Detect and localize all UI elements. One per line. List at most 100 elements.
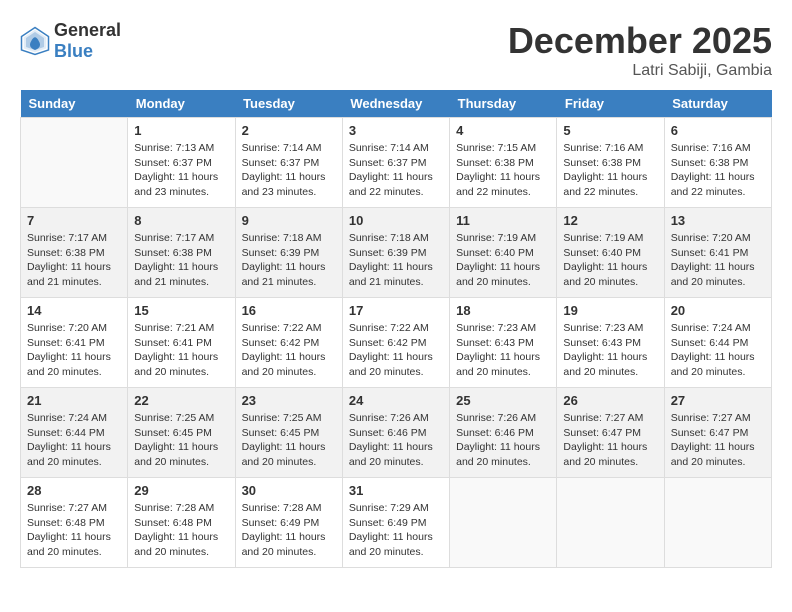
day-number: 25 bbox=[456, 393, 550, 408]
logo-icon bbox=[20, 26, 50, 56]
calendar-table: SundayMondayTuesdayWednesdayThursdayFrid… bbox=[20, 90, 772, 568]
day-info: Sunrise: 7:17 AMSunset: 6:38 PMDaylight:… bbox=[134, 231, 228, 290]
day-info: Sunrise: 7:27 AMSunset: 6:47 PMDaylight:… bbox=[563, 411, 657, 470]
calendar-day-cell: 14Sunrise: 7:20 AMSunset: 6:41 PMDayligh… bbox=[21, 298, 128, 388]
calendar-day-cell: 27Sunrise: 7:27 AMSunset: 6:47 PMDayligh… bbox=[664, 388, 771, 478]
day-number: 18 bbox=[456, 303, 550, 318]
day-number: 15 bbox=[134, 303, 228, 318]
day-info: Sunrise: 7:29 AMSunset: 6:49 PMDaylight:… bbox=[349, 501, 443, 560]
day-info: Sunrise: 7:20 AMSunset: 6:41 PMDaylight:… bbox=[27, 321, 121, 380]
calendar-day-cell: 20Sunrise: 7:24 AMSunset: 6:44 PMDayligh… bbox=[664, 298, 771, 388]
weekday-header-cell: Monday bbox=[128, 90, 235, 118]
day-info: Sunrise: 7:27 AMSunset: 6:48 PMDaylight:… bbox=[27, 501, 121, 560]
calendar-day-cell: 24 Sunrise: 7:26 AMSunset: 6:46 PMDayligh… bbox=[342, 388, 449, 478]
calendar-day-cell: 22Sunrise: 7:25 AMSunset: 6:45 PMDayligh… bbox=[128, 388, 235, 478]
day-info: Sunrise: 7:22 AMSunset: 6:42 PMDaylight:… bbox=[349, 321, 443, 380]
weekday-header-cell: Wednesday bbox=[342, 90, 449, 118]
calendar-day-cell: 12 Sunrise: 7:19 AMSunset: 6:40 PMDayligh… bbox=[557, 208, 664, 298]
day-number: 4 bbox=[456, 123, 550, 138]
day-number: 19 bbox=[563, 303, 657, 318]
calendar-day-cell: 28Sunrise: 7:27 AMSunset: 6:48 PMDayligh… bbox=[21, 478, 128, 568]
calendar-week-row: 7 Sunrise: 7:17 AMSunset: 6:38 PMDaylight… bbox=[21, 208, 772, 298]
calendar-day-cell: 19 Sunrise: 7:23 AMSunset: 6:43 PMDayligh… bbox=[557, 298, 664, 388]
calendar-day-cell bbox=[21, 118, 128, 208]
day-number: 7 bbox=[27, 213, 121, 228]
day-info: Sunrise: 7:20 AMSunset: 6:41 PMDaylight:… bbox=[671, 231, 765, 290]
day-info: Sunrise: 7:26 AMSunset: 6:46 PMDaylight:… bbox=[349, 411, 443, 470]
title-section: December 2025 Latri Sabiji, Gambia bbox=[508, 20, 772, 80]
page-header: General Blue December 2025 Latri Sabiji,… bbox=[20, 20, 772, 80]
calendar-day-cell: 1 Sunrise: 7:13 AMSunset: 6:37 PMDaylight… bbox=[128, 118, 235, 208]
calendar-day-cell: 11 Sunrise: 7:19 AMSunset: 6:40 PMDayligh… bbox=[450, 208, 557, 298]
calendar-day-cell: 26 Sunrise: 7:27 AMSunset: 6:47 PMDayligh… bbox=[557, 388, 664, 478]
day-number: 24 bbox=[349, 393, 443, 408]
calendar-day-cell: 15 Sunrise: 7:21 AMSunset: 6:41 PMDayligh… bbox=[128, 298, 235, 388]
logo-text-blue: Blue bbox=[54, 41, 93, 61]
calendar-day-cell: 21 Sunrise: 7:24 AMSunset: 6:44 PMDayligh… bbox=[21, 388, 128, 478]
day-number: 23 bbox=[242, 393, 336, 408]
day-info: Sunrise: 7:16 AMSunset: 6:38 PMDaylight:… bbox=[671, 141, 765, 200]
weekday-header-cell: Thursday bbox=[450, 90, 557, 118]
calendar-day-cell: 25 Sunrise: 7:26 AMSunset: 6:46 PMDayligh… bbox=[450, 388, 557, 478]
calendar-day-cell: 17 Sunrise: 7:22 AMSunset: 6:42 PMDayligh… bbox=[342, 298, 449, 388]
day-number: 8 bbox=[134, 213, 228, 228]
logo-text-general: General bbox=[54, 20, 121, 40]
day-info: Sunrise: 7:26 AMSunset: 6:46 PMDaylight:… bbox=[456, 411, 550, 470]
day-number: 22 bbox=[134, 393, 228, 408]
calendar-day-cell: 3Sunrise: 7:14 AMSunset: 6:37 PMDaylight… bbox=[342, 118, 449, 208]
calendar-day-cell: 6Sunrise: 7:16 AMSunset: 6:38 PMDaylight… bbox=[664, 118, 771, 208]
day-number: 2 bbox=[242, 123, 336, 138]
calendar-day-cell: 10Sunrise: 7:18 AMSunset: 6:39 PMDayligh… bbox=[342, 208, 449, 298]
weekday-header-cell: Friday bbox=[557, 90, 664, 118]
weekday-header-row: SundayMondayTuesdayWednesdayThursdayFrid… bbox=[21, 90, 772, 118]
day-info: Sunrise: 7:24 AMSunset: 6:44 PMDaylight:… bbox=[27, 411, 121, 470]
day-info: Sunrise: 7:13 AMSunset: 6:37 PMDaylight:… bbox=[134, 141, 228, 200]
calendar-day-cell: 9 Sunrise: 7:18 AMSunset: 6:39 PMDaylight… bbox=[235, 208, 342, 298]
day-info: Sunrise: 7:23 AMSunset: 6:43 PMDaylight:… bbox=[563, 321, 657, 380]
logo: General Blue bbox=[20, 20, 121, 62]
calendar-day-cell: 2 Sunrise: 7:14 AMSunset: 6:37 PMDaylight… bbox=[235, 118, 342, 208]
day-number: 12 bbox=[563, 213, 657, 228]
day-info: Sunrise: 7:21 AMSunset: 6:41 PMDaylight:… bbox=[134, 321, 228, 380]
day-info: Sunrise: 7:18 AMSunset: 6:39 PMDaylight:… bbox=[242, 231, 336, 290]
day-number: 16 bbox=[242, 303, 336, 318]
day-number: 5 bbox=[563, 123, 657, 138]
calendar-body: 1 Sunrise: 7:13 AMSunset: 6:37 PMDaylight… bbox=[21, 118, 772, 568]
day-number: 20 bbox=[671, 303, 765, 318]
calendar-day-cell: 13 Sunrise: 7:20 AMSunset: 6:41 PMDayligh… bbox=[664, 208, 771, 298]
day-info: Sunrise: 7:25 AMSunset: 6:45 PMDaylight:… bbox=[242, 411, 336, 470]
day-info: Sunrise: 7:27 AMSunset: 6:47 PMDaylight:… bbox=[671, 411, 765, 470]
day-info: Sunrise: 7:16 AMSunset: 6:38 PMDaylight:… bbox=[563, 141, 657, 200]
day-number: 9 bbox=[242, 213, 336, 228]
day-info: Sunrise: 7:14 AMSunset: 6:37 PMDaylight:… bbox=[242, 141, 336, 200]
calendar-week-row: 21 Sunrise: 7:24 AMSunset: 6:44 PMDayligh… bbox=[21, 388, 772, 478]
calendar-day-cell: 29 Sunrise: 7:28 AMSunset: 6:48 PMDayligh… bbox=[128, 478, 235, 568]
day-number: 1 bbox=[134, 123, 228, 138]
month-year-title: December 2025 bbox=[508, 20, 772, 62]
day-info: Sunrise: 7:28 AMSunset: 6:48 PMDaylight:… bbox=[134, 501, 228, 560]
calendar-day-cell: 7 Sunrise: 7:17 AMSunset: 6:38 PMDaylight… bbox=[21, 208, 128, 298]
day-number: 30 bbox=[242, 483, 336, 498]
weekday-header-cell: Tuesday bbox=[235, 90, 342, 118]
day-number: 26 bbox=[563, 393, 657, 408]
day-info: Sunrise: 7:19 AMSunset: 6:40 PMDaylight:… bbox=[456, 231, 550, 290]
day-info: Sunrise: 7:23 AMSunset: 6:43 PMDaylight:… bbox=[456, 321, 550, 380]
day-number: 11 bbox=[456, 213, 550, 228]
day-number: 31 bbox=[349, 483, 443, 498]
day-info: Sunrise: 7:17 AMSunset: 6:38 PMDaylight:… bbox=[27, 231, 121, 290]
calendar-day-cell: 18 Sunrise: 7:23 AMSunset: 6:43 PMDayligh… bbox=[450, 298, 557, 388]
calendar-day-cell bbox=[450, 478, 557, 568]
calendar-week-row: 14Sunrise: 7:20 AMSunset: 6:41 PMDayligh… bbox=[21, 298, 772, 388]
day-number: 17 bbox=[349, 303, 443, 318]
calendar-day-cell: 5 Sunrise: 7:16 AMSunset: 6:38 PMDaylight… bbox=[557, 118, 664, 208]
day-info: Sunrise: 7:15 AMSunset: 6:38 PMDaylight:… bbox=[456, 141, 550, 200]
calendar-day-cell: 30 Sunrise: 7:28 AMSunset: 6:49 PMDayligh… bbox=[235, 478, 342, 568]
day-info: Sunrise: 7:19 AMSunset: 6:40 PMDaylight:… bbox=[563, 231, 657, 290]
day-number: 13 bbox=[671, 213, 765, 228]
calendar-day-cell: 16Sunrise: 7:22 AMSunset: 6:42 PMDayligh… bbox=[235, 298, 342, 388]
day-info: Sunrise: 7:18 AMSunset: 6:39 PMDaylight:… bbox=[349, 231, 443, 290]
day-info: Sunrise: 7:28 AMSunset: 6:49 PMDaylight:… bbox=[242, 501, 336, 560]
day-number: 29 bbox=[134, 483, 228, 498]
weekday-header-cell: Sunday bbox=[21, 90, 128, 118]
day-number: 21 bbox=[27, 393, 121, 408]
